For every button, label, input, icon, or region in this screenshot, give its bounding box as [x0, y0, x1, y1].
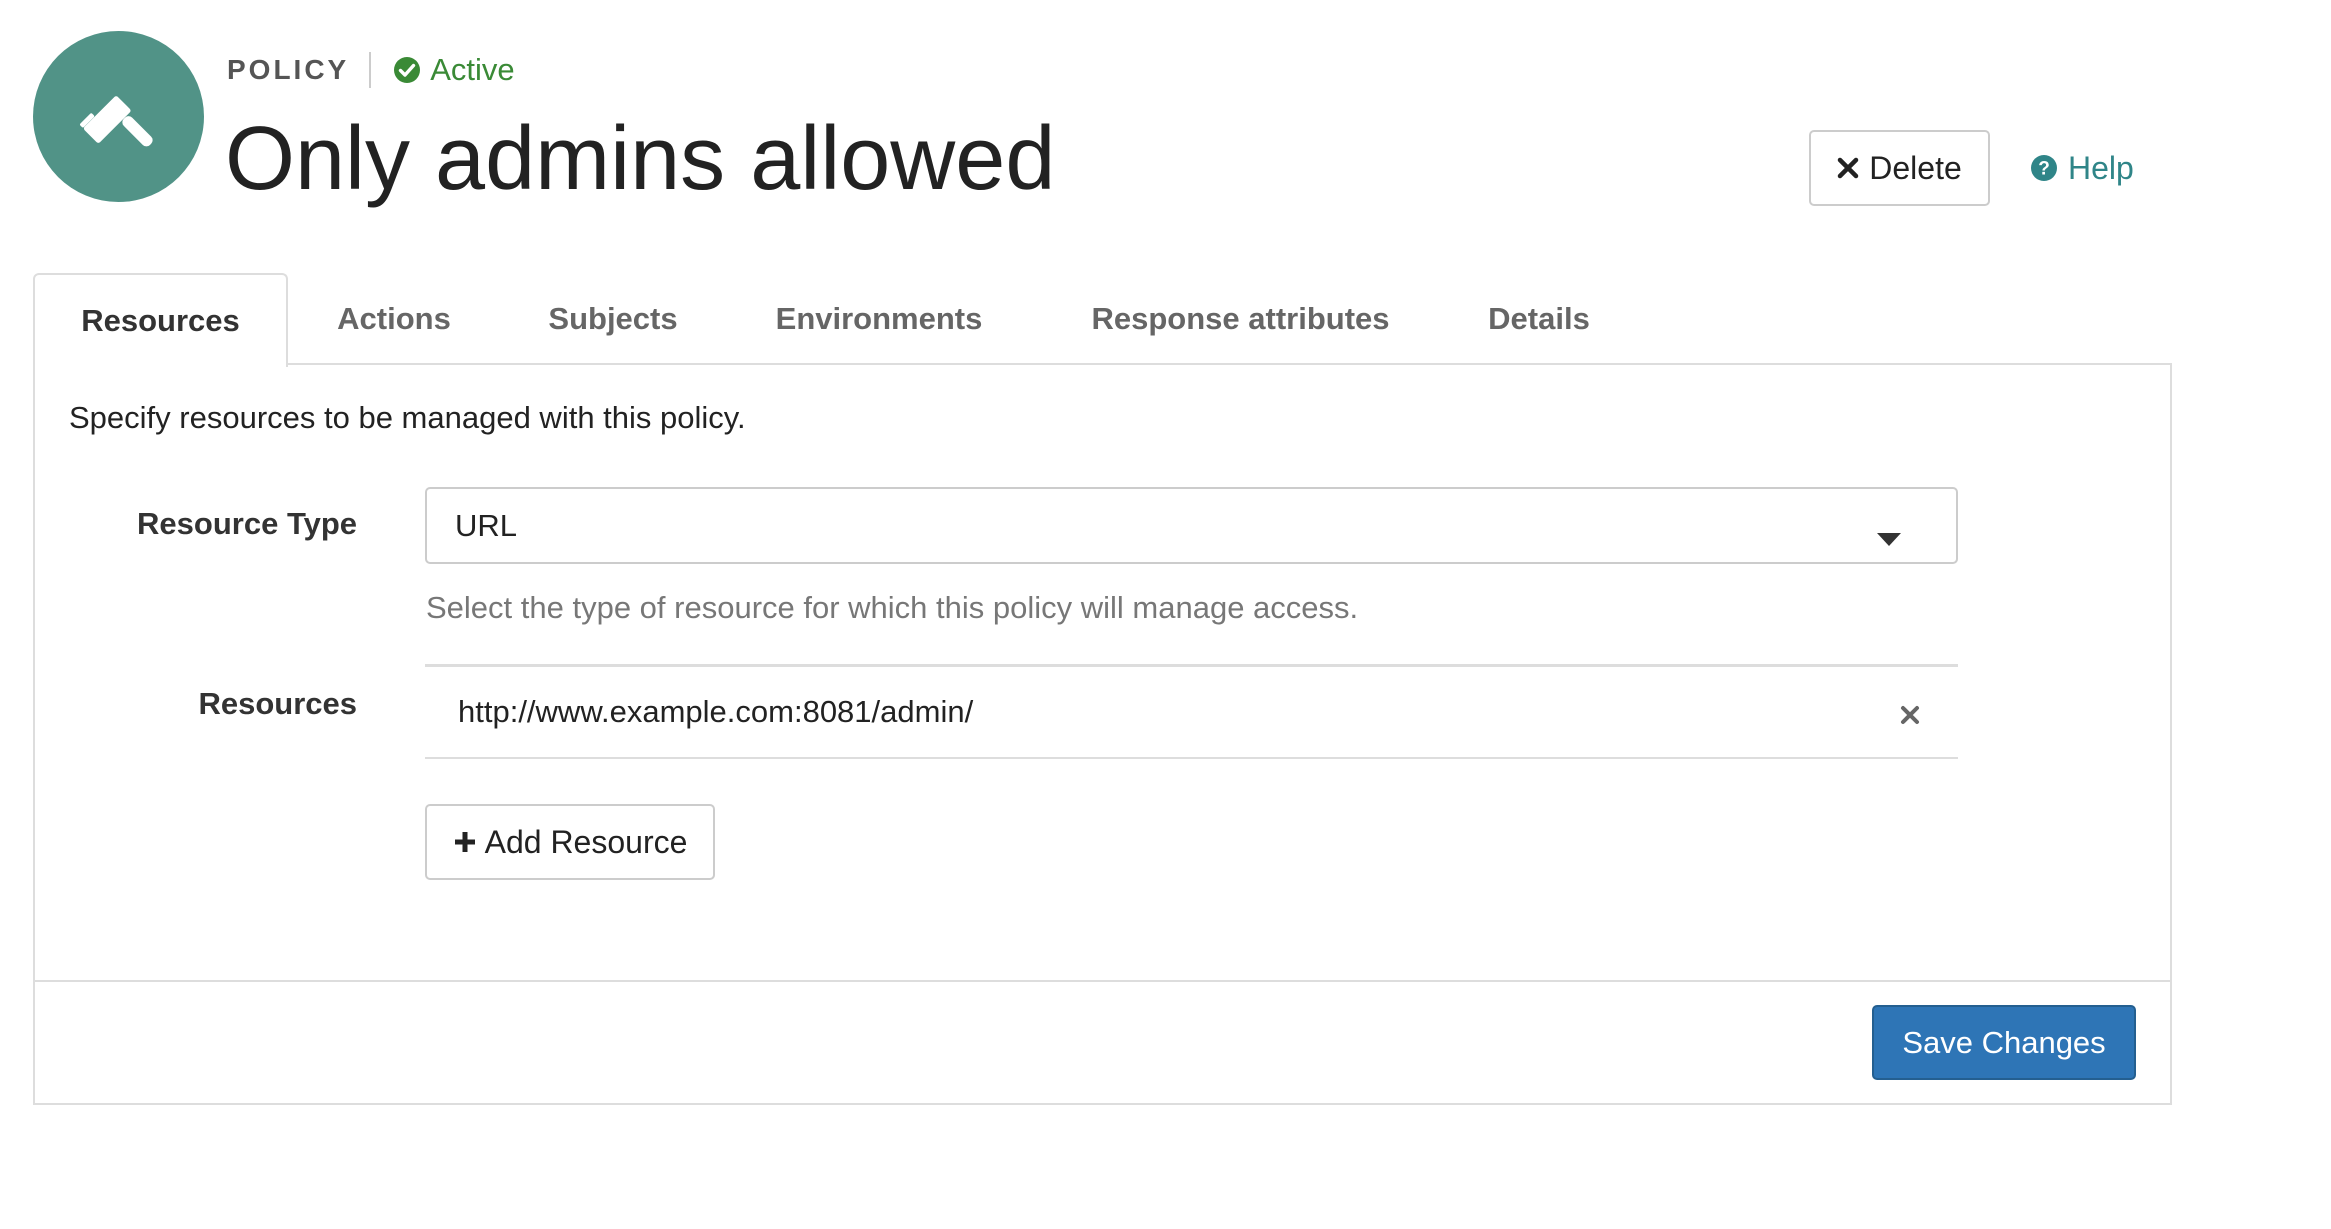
- page-title: Only admins allowed: [225, 109, 1056, 209]
- remove-resource-icon[interactable]: [1900, 705, 1920, 725]
- tab-details[interactable]: Details: [1449, 273, 1629, 365]
- resource-type-select[interactable]: URL: [425, 487, 1958, 564]
- resources-label: Resources: [198, 686, 357, 721]
- check-circle-icon: [393, 56, 421, 84]
- tab-environments[interactable]: Environments: [726, 273, 1032, 365]
- resource-type-label: Resource Type: [137, 506, 357, 541]
- tab-resources[interactable]: Resources: [33, 273, 288, 367]
- add-resource-label: Add Resource: [484, 823, 688, 860]
- svg-text:?: ?: [2038, 159, 2050, 180]
- panel-footer-divider: [35, 980, 2170, 982]
- meta-divider: [369, 52, 372, 88]
- close-icon: [1837, 157, 1859, 179]
- delete-button[interactable]: Delete: [1809, 130, 1990, 206]
- policy-kicker: POLICY: [227, 54, 350, 85]
- policy-avatar: [33, 31, 204, 202]
- policy-meta: POLICY Active: [227, 52, 515, 88]
- help-link[interactable]: ? Help: [2030, 146, 2134, 190]
- help-label: Help: [2068, 149, 2134, 186]
- resource-item: http://www.example.com:8081/admin/: [425, 664, 1958, 759]
- save-changes-button[interactable]: Save Changes: [1872, 1005, 2136, 1080]
- add-resource-button[interactable]: Add Resource: [425, 804, 715, 880]
- delete-label: Delete: [1869, 149, 1962, 186]
- tab-subjects[interactable]: Subjects: [500, 273, 726, 365]
- resource-type-value: URL: [455, 507, 518, 543]
- status-label: Active: [430, 52, 515, 87]
- question-circle-icon: ?: [2030, 154, 2058, 182]
- resource-type-help: Select the type of resource for which th…: [426, 590, 1359, 625]
- tab-response-attributes[interactable]: Response attributes: [1032, 273, 1449, 365]
- gavel-icon: [77, 75, 161, 159]
- status-badge: Active: [393, 52, 515, 88]
- tab-actions[interactable]: Actions: [288, 273, 500, 365]
- panel-intro: Specify resources to be managed with thi…: [69, 400, 746, 435]
- plus-icon: [453, 830, 477, 854]
- caret-down-icon: [1877, 519, 1901, 555]
- resource-url: http://www.example.com:8081/admin/: [458, 694, 974, 729]
